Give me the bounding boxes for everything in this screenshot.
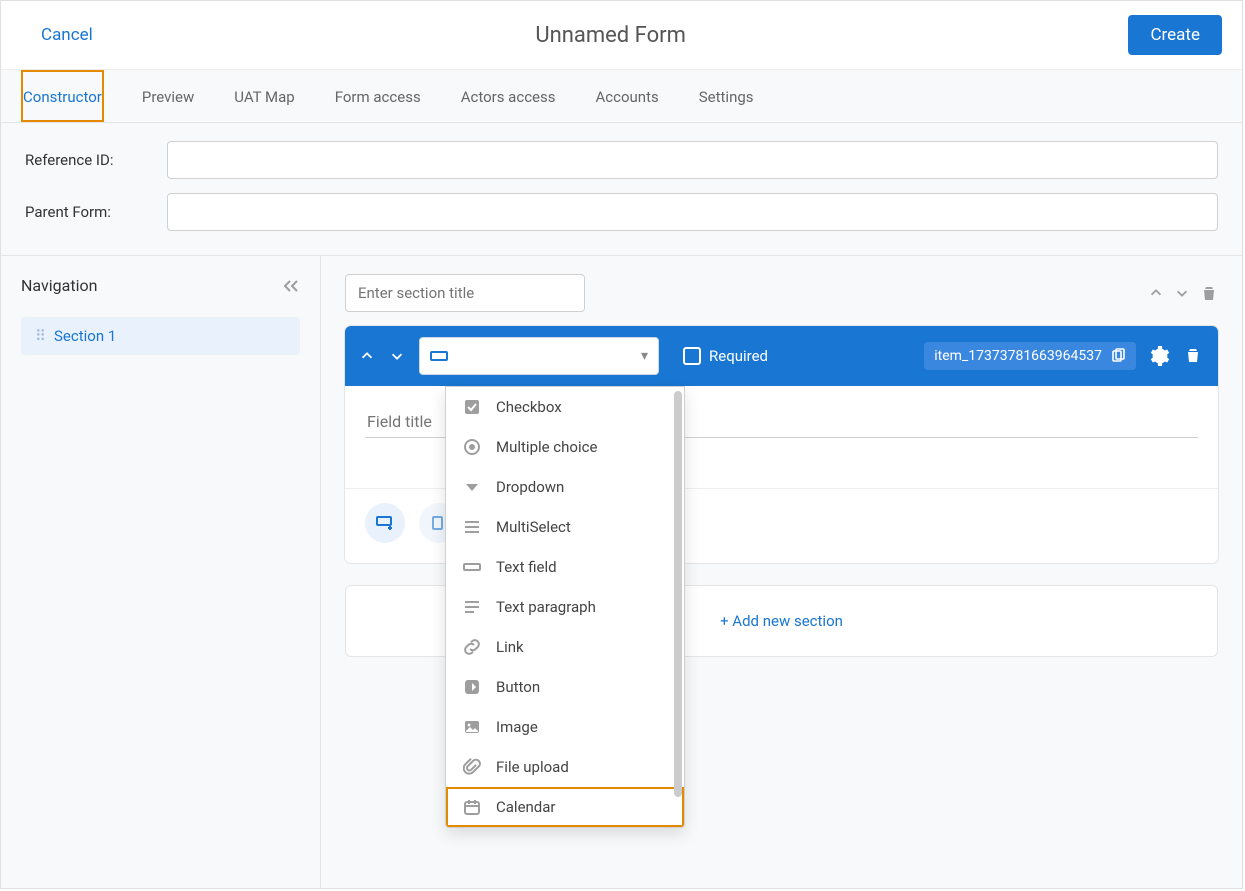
dd-option-label: MultiSelect (496, 518, 571, 536)
dd-option-text-paragraph[interactable]: Text paragraph (446, 587, 684, 627)
dd-option-label: Button (496, 678, 540, 696)
field-delete-icon[interactable] (1184, 346, 1204, 366)
dd-option-file-upload[interactable]: File upload (446, 747, 684, 787)
attachment-icon (462, 757, 482, 777)
dd-option-label: Calendar (496, 798, 556, 816)
dd-option-link[interactable]: Link (446, 627, 684, 667)
parent-form-row: Parent Form: (25, 193, 1218, 231)
caret-down-icon: ▾ (641, 348, 648, 364)
form-title: Unnamed Form (93, 23, 1129, 48)
reference-id-input[interactable] (167, 141, 1218, 179)
tab-accounts[interactable]: Accounts (594, 70, 661, 122)
dd-option-button[interactable]: Button (446, 667, 684, 707)
required-label: Required (709, 347, 768, 365)
sidebar-item-label: Section 1 (54, 327, 116, 345)
field-move-up-icon[interactable] (359, 348, 375, 364)
app-frame: Cancel Unnamed Form Create Constructor P… (0, 0, 1243, 889)
field-id-chip[interactable]: item_17373781663964537 (924, 342, 1136, 370)
sidebar-heading: Navigation (21, 276, 97, 295)
field-card: ▾ Required item_17373781663964537 (345, 326, 1218, 563)
field-type-select[interactable]: ▾ (419, 337, 659, 375)
dd-option-label: Text paragraph (496, 598, 596, 616)
reference-id-row: Reference ID: (25, 141, 1218, 179)
parent-form-label: Parent Form: (25, 203, 167, 221)
dd-option-label: Checkbox (496, 398, 562, 416)
required-toggle[interactable]: Required (683, 347, 768, 365)
field-settings-icon[interactable] (1150, 346, 1170, 366)
dd-option-label: Dropdown (496, 478, 564, 496)
calendar-icon (462, 797, 482, 817)
dropdown-scrollbar[interactable] (674, 391, 682, 797)
dd-option-label: Link (496, 638, 524, 656)
dd-option-checkbox[interactable]: Checkbox (446, 387, 684, 427)
tab-uat-map[interactable]: UAT Map (232, 70, 296, 122)
main-area: ▾ Required item_17373781663964537 (321, 256, 1242, 888)
section-delete-icon[interactable] (1200, 284, 1218, 302)
image-icon (462, 717, 482, 737)
dd-option-image[interactable]: Image (446, 707, 684, 747)
section-header (345, 274, 1218, 312)
copy-icon[interactable] (1110, 348, 1126, 364)
drag-handle-icon[interactable]: ⠿ (35, 327, 44, 345)
tab-settings[interactable]: Settings (697, 70, 756, 122)
checkbox-icon (683, 347, 701, 365)
sidebar-item-section-1[interactable]: ⠿ Section 1 (21, 317, 300, 355)
multiselect-icon (462, 517, 482, 537)
field-type-dropdown[interactable]: Checkbox Multiple choice D (445, 386, 685, 828)
header-bar: Cancel Unnamed Form Create (1, 1, 1242, 70)
paragraph-icon (462, 597, 482, 617)
reference-id-label: Reference ID: (25, 151, 167, 169)
tab-preview[interactable]: Preview (140, 70, 196, 122)
tab-actors-access[interactable]: Actors access (459, 70, 558, 122)
cancel-button[interactable]: Cancel (41, 25, 93, 45)
sidebar: Navigation ⠿ Section 1 (1, 256, 321, 888)
sidebar-heading-row: Navigation (21, 276, 300, 295)
section-move-down-icon[interactable] (1174, 285, 1190, 301)
radio-icon (462, 437, 482, 457)
tab-form-access[interactable]: Form access (333, 70, 423, 122)
section-title-input[interactable] (345, 274, 585, 312)
dd-option-multiselect[interactable]: MultiSelect (446, 507, 684, 547)
textfield-icon (430, 351, 448, 361)
meta-area: Reference ID: Parent Form: (1, 123, 1242, 256)
dropdown-icon (462, 477, 482, 497)
dd-option-label: Text field (496, 558, 557, 576)
dd-option-calendar[interactable]: Calendar (446, 787, 684, 827)
tab-constructor[interactable]: Constructor (21, 70, 104, 122)
field-move-down-icon[interactable] (389, 348, 405, 364)
tabs-bar: Constructor Preview UAT Map Form access … (1, 70, 1242, 123)
textfield-icon (462, 557, 482, 577)
body-split: Navigation ⠿ Section 1 (1, 256, 1242, 888)
link-icon (462, 637, 482, 657)
field-toolbar: ▾ Required item_17373781663964537 (345, 326, 1218, 386)
field-id-text: item_17373781663964537 (934, 348, 1102, 364)
dd-option-dropdown[interactable]: Dropdown (446, 467, 684, 507)
dd-option-label: Multiple choice (496, 438, 597, 456)
dd-option-multiple-choice[interactable]: Multiple choice (446, 427, 684, 467)
dd-option-text-field[interactable]: Text field (446, 547, 684, 587)
add-field-button[interactable] (365, 503, 405, 543)
collapse-sidebar-icon[interactable] (282, 279, 300, 293)
section-move-up-icon[interactable] (1148, 285, 1164, 301)
dd-option-label: Image (496, 718, 538, 736)
dd-option-label: File upload (496, 758, 569, 776)
button-icon (462, 677, 482, 697)
checkbox-icon (462, 397, 482, 417)
parent-form-input[interactable] (167, 193, 1218, 231)
create-button[interactable]: Create (1128, 15, 1222, 55)
